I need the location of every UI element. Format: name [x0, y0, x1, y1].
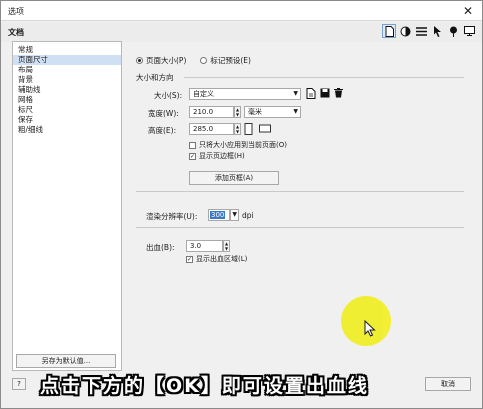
- page-icon[interactable]: [382, 24, 396, 38]
- save-as-default-button[interactable]: 另存为默认值...: [16, 354, 116, 368]
- show-page-border-checkbox[interactable]: ✓ 显示页边框(H): [189, 151, 245, 161]
- radio-page-size-label: 页面大小(P): [146, 56, 187, 65]
- unit-dropdown[interactable]: 毫米 ▼: [244, 106, 301, 118]
- title-bar: 选项 ✕: [1, 1, 482, 21]
- pin-icon[interactable]: [446, 24, 460, 38]
- width-stepper[interactable]: ▲ ▼: [234, 106, 241, 118]
- pointer-icon[interactable]: [430, 24, 444, 38]
- section-title: 文档: [8, 28, 24, 37]
- options-dialog: 选项 ✕ 文档 常规 页面尺寸 布局 背景 辅助线 网格 标尺保存 粗/细线 另…: [0, 0, 483, 409]
- chevron-down-icon: ▼: [232, 211, 237, 218]
- bleed-input[interactable]: 3.0: [186, 240, 223, 252]
- group-divider: [184, 77, 464, 78]
- color-icon[interactable]: [398, 24, 412, 38]
- size-dropdown-value: 自定义: [193, 90, 214, 98]
- radio-label-preset-label: 标记预设(E): [210, 56, 251, 65]
- window-title: 选项: [8, 7, 24, 16]
- show-bleed-area-checkbox[interactable]: ✓ 显示出血区域(L): [186, 254, 247, 264]
- sidebar-item[interactable]: 粗/细线: [13, 125, 121, 135]
- sidebar-item[interactable]: 辅助线: [13, 85, 121, 95]
- render-resolution-label: 渲染分辨率(U):: [146, 212, 198, 221]
- radio-label-preset[interactable]: 标记预设(E): [200, 55, 251, 66]
- sidebar-item[interactable]: 背景: [13, 75, 121, 85]
- chevron-down-icon: ▼: [293, 108, 298, 115]
- height-input[interactable]: 285.0: [189, 123, 234, 135]
- floppy-disk-icon[interactable]: [320, 88, 330, 102]
- size-dropdown[interactable]: 自定义 ▼: [189, 88, 301, 100]
- sidebar-item[interactable]: 标尺: [13, 105, 121, 115]
- render-resolution-value: 300: [210, 211, 226, 219]
- help-button[interactable]: ?: [12, 378, 26, 390]
- render-resolution-input[interactable]: 300: [208, 209, 230, 221]
- sidebar-item[interactable]: 保存: [13, 115, 121, 125]
- sidebar-item[interactable]: 网格: [13, 95, 121, 105]
- close-icon[interactable]: ✕: [460, 3, 476, 19]
- dpi-unit: dpi: [242, 211, 254, 220]
- width-input[interactable]: 210.0: [189, 106, 234, 118]
- category-list: 常规 页面尺寸 布局 背景 辅助线 网格 标尺 保存 粗/细线: [13, 45, 121, 135]
- width-label: 宽度(W):: [148, 109, 179, 118]
- landscape-orientation-icon[interactable]: [259, 124, 271, 137]
- sidebar-item[interactable]: 页面尺寸: [13, 55, 121, 65]
- section-header: 文档: [1, 22, 482, 42]
- radio-dot: [200, 57, 208, 64]
- mouse-pointer-icon: [364, 320, 376, 337]
- show-page-border-label: 显示页边框(H): [199, 152, 245, 160]
- trash-icon[interactable]: [334, 88, 343, 102]
- video-caption: 点击下方的【OK】即可设置出血线: [40, 375, 369, 397]
- unit-dropdown-value: 毫米: [248, 108, 262, 116]
- checkbox-box: ✓: [186, 255, 193, 263]
- size-mode-radios: 页面大小(P) 标记预设(E): [136, 55, 251, 66]
- portrait-orientation-icon[interactable]: [244, 123, 253, 139]
- apply-current-page-checkbox[interactable]: 只将大小应用到当前页面(O): [189, 140, 287, 150]
- radio-dot: [136, 57, 143, 64]
- checkbox-box: ✓: [189, 152, 196, 160]
- section-divider: [136, 191, 464, 192]
- checkbox-box: [189, 141, 196, 149]
- show-bleed-area-label: 显示出血区域(L): [196, 255, 248, 263]
- add-page-frame-button[interactable]: 添加页框(A): [189, 171, 279, 185]
- cursor-highlight: [341, 296, 391, 346]
- resolution-dropdown[interactable]: ▼: [230, 209, 239, 221]
- apply-current-page-label: 只将大小应用到当前页面(O): [199, 141, 287, 149]
- chevron-down-icon: ▼: [293, 90, 298, 97]
- sidebar-item[interactable]: 常规: [13, 45, 121, 55]
- lines-icon[interactable]: [414, 24, 428, 38]
- page-size-panel: 页面大小(P) 标记预设(E) 大小和方向 大小(S): 自定义 ▼ 宽度(W)…: [126, 41, 471, 371]
- save-preset-icon[interactable]: [306, 88, 316, 103]
- height-stepper[interactable]: ▲ ▼: [234, 123, 241, 135]
- monitor-icon[interactable]: [462, 24, 476, 38]
- sidebar-item[interactable]: 布局: [13, 65, 121, 75]
- size-label: 大小(S):: [154, 91, 183, 100]
- group-size-orientation: 大小和方向: [136, 73, 174, 82]
- category-toolbar: [382, 24, 476, 38]
- bleed-stepper[interactable]: ▲ ▼: [223, 240, 230, 252]
- bleed-label: 出血(B):: [146, 243, 175, 252]
- section-divider: [136, 227, 464, 228]
- height-label: 高度(E):: [148, 126, 177, 135]
- category-tree: 常规 页面尺寸 布局 背景 辅助线 网格 标尺 保存 粗/细线: [12, 41, 122, 371]
- radio-page-size[interactable]: 页面大小(P): [136, 55, 186, 66]
